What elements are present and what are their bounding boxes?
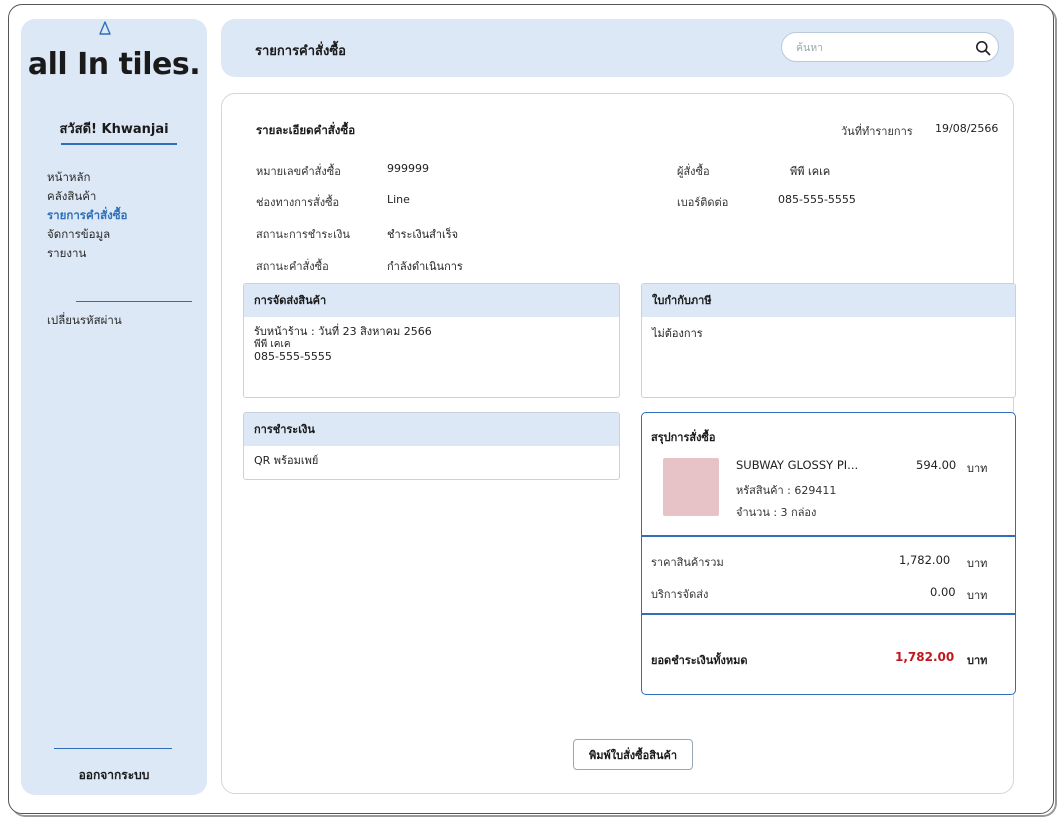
print-order-button[interactable]: พิมพ์ใบสั่งซื้อสินค้า — [573, 739, 693, 770]
buyer-label: ผู้สั่งซื้อ — [677, 165, 710, 178]
greeting: สวัสดี! Khwanjai — [59, 122, 169, 137]
logo-arrow-icon — [99, 21, 111, 35]
search-icon[interactable] — [975, 40, 991, 56]
shipping-recipient: พีพี เคเค — [254, 339, 291, 350]
tax-invoice-panel-title: ใบกำกับภาษี — [642, 284, 1015, 317]
summary-title: สรุปการสั่งซื้อ — [651, 431, 716, 444]
product-quantity: จำนวน : 3 กล่อง — [736, 506, 817, 519]
brand-logo: all In tiles. — [27, 47, 201, 82]
phone-value: 085-555-5555 — [778, 193, 856, 206]
buyer-value: พีพี เคเค — [790, 165, 831, 178]
shipping-fee-label: บริการจัดส่ง — [651, 588, 709, 601]
payment-panel-title: การชำระเงิน — [244, 413, 619, 446]
sidebar-item-orders[interactable]: รายการคำสั่งซื้อ — [47, 206, 127, 225]
tax-invoice-panel: ใบกำกับภาษี ไม่ต้องการ — [641, 283, 1016, 398]
sidebar-item-inventory[interactable]: คลังสินค้า — [47, 187, 127, 206]
product-price-currency: บาท — [967, 462, 988, 475]
product-price: 594.00 — [916, 458, 957, 472]
product-thumbnail — [663, 458, 719, 516]
greeting-divider — [61, 143, 177, 145]
shipping-fee-currency: บาท — [967, 589, 988, 602]
summary-divider — [642, 535, 1015, 537]
order-status-value: กำลังดำเนินการ — [387, 260, 463, 273]
sidebar-item-manage-data[interactable]: จัดการข้อมูล — [47, 225, 127, 244]
subtotal-value: 1,782.00 — [899, 553, 951, 567]
sidebar-item-reports[interactable]: รายงาน — [47, 244, 127, 263]
total-label: ยอดชำระเงินทั้งหมด — [651, 654, 748, 667]
total-currency: บาท — [967, 654, 988, 667]
product-code: หรัสสินค้า : 629411 — [736, 484, 837, 497]
order-summary-panel: สรุปการสั่งซื้อ SUBWAY GLOSSY PI... 594.… — [641, 412, 1016, 695]
summary-total-divider — [642, 613, 1015, 615]
logout-button[interactable]: ออกจากระบบ — [21, 766, 207, 785]
shipping-panel: การจัดส่งสินค้า รับหน้าร้าน : วันที่ 23 … — [243, 283, 620, 398]
nav-divider — [76, 301, 192, 302]
payment-method-value: QR พร้อมเพย์ — [254, 454, 319, 467]
subtotal-currency: บาท — [967, 557, 988, 570]
sidebar: all In tiles. สวัสดี! Khwanjai หน้าหลัก … — [21, 19, 207, 795]
shipping-fee-value: 0.00 — [930, 585, 956, 599]
sidebar-item-change-password[interactable]: เปลี่ยนรหัสผ่าน — [47, 311, 122, 330]
top-bar: รายการคำสั่งซื้อ — [221, 19, 1014, 77]
order-detail-card: รายละเอียดคำสั่งซื้อ วันที่ทำรายการ 19/0… — [221, 93, 1016, 794]
tax-invoice-value: ไม่ต้องการ — [652, 327, 703, 340]
search-box — [781, 32, 999, 62]
search-input[interactable] — [796, 39, 956, 57]
shipping-panel-title: การจัดส่งสินค้า — [244, 284, 619, 317]
order-date-label: วันที่ทำรายการ — [841, 125, 913, 138]
sidebar-item-home[interactable]: หน้าหลัก — [47, 168, 127, 187]
order-detail-title: รายละเอียดคำสั่งซื้อ — [256, 123, 356, 137]
shipping-method: รับหน้าร้าน : วันที่ 23 สิงหาคม 2566 — [254, 325, 432, 338]
order-channel-value: Line — [387, 193, 410, 206]
sidebar-nav: หน้าหลัก คลังสินค้า รายการคำสั่งซื้อ จัด… — [47, 168, 127, 263]
subtotal-label: ราคาสินค้ารวม — [651, 556, 724, 569]
payment-panel: การชำระเงิน QR พร้อมเพย์ — [243, 412, 620, 480]
order-number-value: 999999 — [387, 162, 429, 175]
payment-status-value: ชำระเงินสำเร็จ — [387, 228, 459, 241]
order-date-value: 19/08/2566 — [935, 122, 999, 135]
order-status-label: สถานะคำสั่งซื้อ — [256, 260, 329, 273]
total-value: 1,782.00 — [895, 650, 955, 664]
shipping-phone: 085-555-5555 — [254, 350, 332, 363]
order-number-label: หมายเลขคำสั่งซื้อ — [256, 165, 341, 178]
logout-divider — [54, 748, 172, 749]
phone-label: เบอร์ติดต่อ — [677, 196, 729, 209]
page-title: รายการคำสั่งซื้อ — [255, 44, 346, 59]
product-name: SUBWAY GLOSSY PI... — [736, 458, 859, 472]
order-channel-label: ช่องทางการสั่งซื้อ — [256, 196, 340, 209]
payment-status-label: สถานะการชำระเงิน — [256, 228, 350, 241]
